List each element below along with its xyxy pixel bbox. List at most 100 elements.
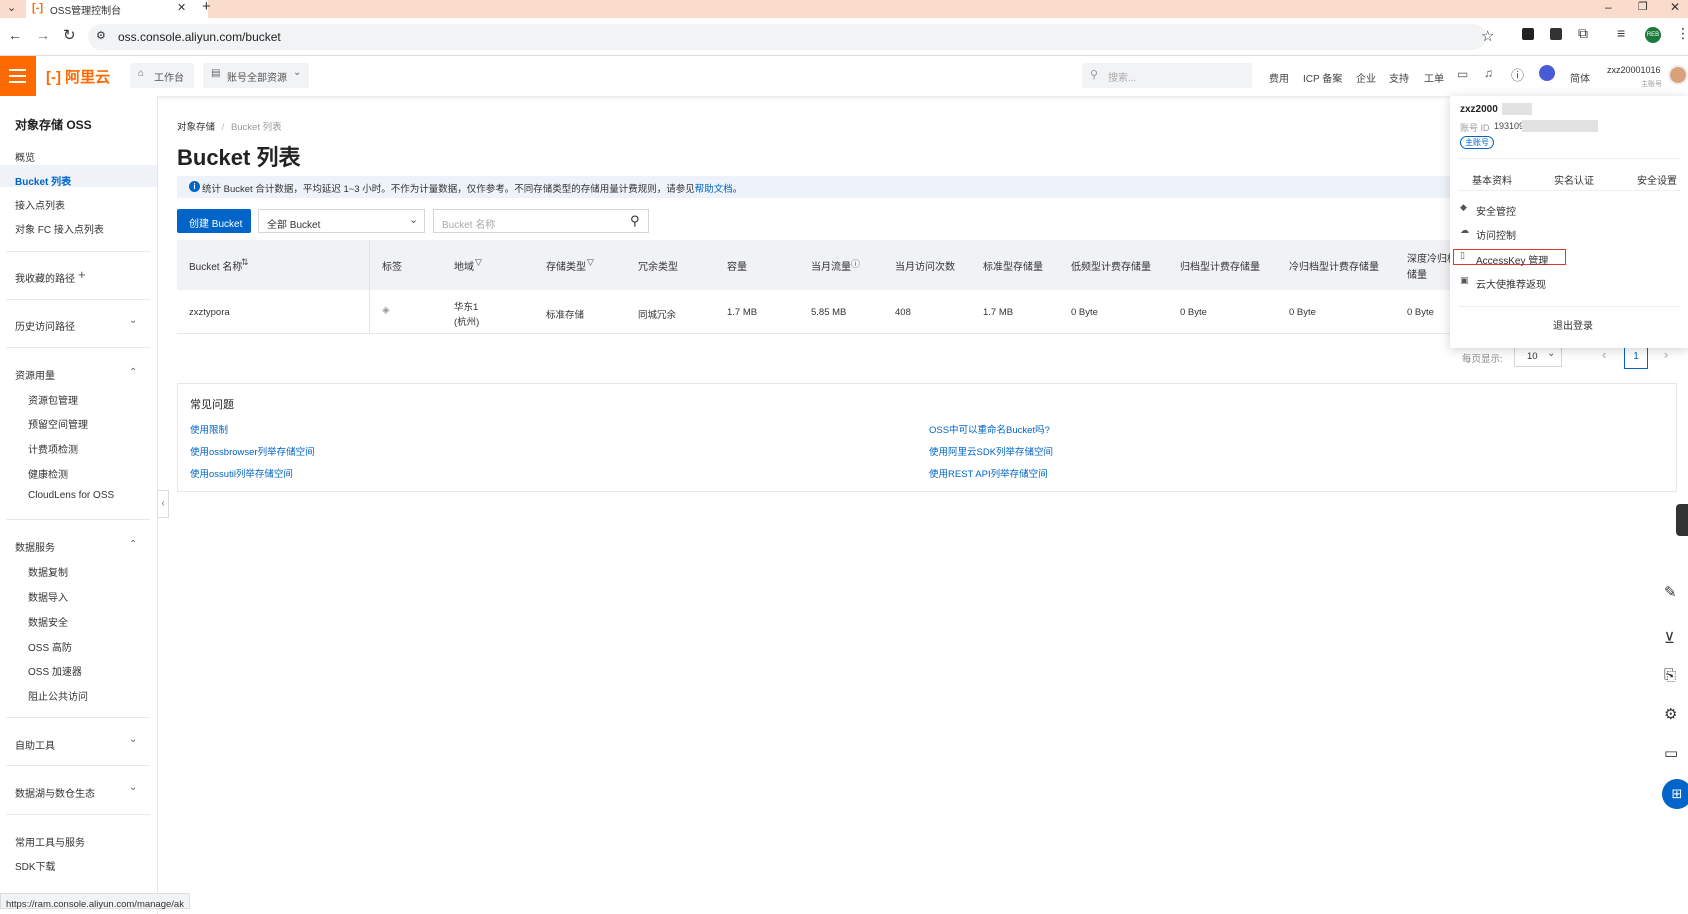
site-info-icon[interactable]: ⚙ (96, 29, 106, 42)
user-avatar[interactable] (1668, 65, 1688, 85)
faq-link-limits[interactable]: 使用限制 (190, 422, 228, 436)
sidebar-datalake[interactable]: 数据湖与数仓生态 (15, 785, 95, 800)
help-icon[interactable]: ⓘ (1511, 65, 1524, 84)
breadcrumb-root[interactable]: 对象存储 (177, 122, 215, 133)
nav-link-support[interactable]: 支持 (1389, 70, 1409, 85)
reload-icon[interactable]: ↻ (63, 26, 76, 44)
tag-icon[interactable]: ◈ (382, 305, 390, 316)
sidebar-data-services[interactable]: 数据服务 (15, 539, 55, 554)
floating-widget[interactable] (1676, 504, 1688, 536)
bucket-name-link[interactable]: zxztypora (189, 307, 230, 318)
sidebar-item-data-import[interactable]: 数据导入 (28, 589, 68, 604)
sidebar-sdk-download[interactable]: SDK下载 (15, 858, 56, 873)
sidebar-item-data-security[interactable]: 数据安全 (28, 614, 68, 629)
sidebar-item-fc-access-points[interactable]: 对象 FC 接入点列表 (15, 221, 104, 236)
cart-icon[interactable]: ⊻ (1664, 629, 1688, 653)
bucket-search-input[interactable]: Bucket 名称 ⚲ (433, 209, 649, 233)
sidebar-item-billing-check[interactable]: 计费项检测 (28, 441, 78, 456)
edit-icon[interactable]: ✎ (1664, 583, 1688, 607)
sidebar-collapse-handle[interactable]: ‹ (157, 490, 169, 518)
popup-tab-profile[interactable]: 基本资料 (1472, 172, 1512, 187)
sidebar-item-data-replication[interactable]: 数据复制 (28, 564, 68, 579)
popup-item-accesskey[interactable]: AccessKey 管理 (1476, 252, 1548, 267)
forward-icon[interactable]: → (36, 27, 50, 43)
tab-close-icon[interactable]: ✕ (177, 1, 186, 14)
extension-icon-2[interactable] (1550, 28, 1562, 40)
page-size-select[interactable]: 10 ⌄ (1514, 345, 1562, 367)
back-icon[interactable]: ← (8, 27, 22, 43)
bookmark-star-icon[interactable]: ☆ (1481, 27, 1494, 45)
nav-link-ticket[interactable]: 工单 (1424, 70, 1444, 85)
sort-icon[interactable]: ⇅ (241, 257, 249, 268)
bucket-filter-select[interactable]: 全部 Bucket ⌄ (258, 209, 425, 233)
sidebar-favorites[interactable]: 我收藏的路径 (15, 270, 75, 285)
faq-link-ossbrowser[interactable]: 使用ossbrowser列举存储空间 (190, 444, 315, 458)
faq-link-ossutil[interactable]: 使用ossutil列举存储空间 (190, 466, 293, 480)
chevron-up-icon[interactable]: ⌃ (129, 367, 137, 378)
assistant-icon[interactable] (1539, 65, 1555, 81)
prev-page-icon[interactable]: ‹ (1602, 347, 1606, 362)
sidebar-history[interactable]: 历史访问路径 (15, 318, 75, 333)
profile-avatar[interactable]: REB (1645, 27, 1661, 43)
reading-list-icon[interactable]: ≡ (1617, 25, 1625, 41)
message-icon[interactable]: ▭ (1457, 67, 1468, 81)
sidebar-item-reserved-space[interactable]: 预留空间管理 (28, 416, 88, 431)
settings-icon[interactable]: ⚙ (1664, 705, 1688, 729)
popup-item-security-control[interactable]: 安全管控 (1476, 203, 1516, 218)
new-tab-button[interactable]: + (202, 0, 211, 15)
aliyun-logo[interactable]: [-] 阿里云 (46, 66, 110, 87)
sidebar-item-oss-accelerator[interactable]: OSS 加速器 (28, 663, 82, 678)
page-number-current[interactable]: 1 (1624, 345, 1648, 369)
sidebar-item-health-check[interactable]: 健康检测 (28, 466, 68, 481)
restore-button[interactable]: ❐ (1638, 0, 1648, 13)
search-icon[interactable]: ⚲ (630, 213, 640, 229)
minimize-button[interactable]: – (1605, 0, 1612, 14)
nav-link-fees[interactable]: 费用 (1269, 70, 1289, 85)
popup-item-access-control[interactable]: 访问控制 (1476, 227, 1516, 242)
extension-icon-1[interactable] (1522, 28, 1534, 40)
browser-tab[interactable]: [-] OSS管理控制台 ✕ (26, 0, 208, 18)
sidebar-resource-usage[interactable]: 资源用量 (15, 367, 55, 382)
faq-link-rest-api[interactable]: 使用REST API列举存储空间 (929, 466, 1048, 480)
tab-list-chevron-icon[interactable]: ⌄ (7, 1, 16, 14)
sidebar-item-access-points[interactable]: 接入点列表 (15, 197, 65, 212)
sidebar-item-bucket-list[interactable]: Bucket 列表 (15, 173, 71, 188)
filter-icon[interactable]: ▽ (475, 257, 482, 268)
console-search-input[interactable]: ⚲ 搜索... (1082, 63, 1252, 88)
sidebar-item-cloudlens[interactable]: CloudLens for OSS (28, 490, 114, 501)
document-icon[interactable]: ⎘ (1664, 667, 1688, 691)
create-bucket-button[interactable]: 创建 Bucket (177, 209, 251, 233)
sidebar-item-resource-packages[interactable]: 资源包管理 (28, 392, 78, 407)
chevron-down-icon[interactable]: ⌄ (129, 734, 137, 745)
nav-link-icp[interactable]: ICP 备案 (1303, 70, 1342, 85)
sidebar-self-tools[interactable]: 自助工具 (15, 737, 55, 752)
sidebar-item-oss-anti-ddos[interactable]: OSS 高防 (28, 639, 72, 654)
language-switch[interactable]: 简体 (1570, 70, 1590, 85)
extensions-puzzle-icon[interactable]: ⧉ (1578, 25, 1588, 42)
faq-link-sdk[interactable]: 使用阿里云SDK列举存储空间 (929, 444, 1053, 458)
chevron-down-icon[interactable]: ⌄ (129, 782, 137, 793)
popup-tab-real-name[interactable]: 实名认证 (1554, 172, 1594, 187)
logout-button[interactable]: 退出登录 (1553, 317, 1593, 332)
workbench-button[interactable]: ⌂ 工作台 (130, 63, 194, 88)
browser-menu-icon[interactable]: ⋮ (1676, 25, 1688, 42)
resources-dropdown[interactable]: ▤ 账号全部资源 ⌄ (203, 63, 309, 88)
faq-link-rename-bucket[interactable]: OSS中可以重命名Bucket吗? (929, 422, 1050, 436)
chevron-up-icon[interactable]: ⌃ (129, 539, 137, 550)
nav-link-enterprise[interactable]: 企业 (1356, 70, 1376, 85)
menu-hamburger-icon[interactable] (0, 56, 36, 96)
filter-icon[interactable]: ▽ (587, 257, 594, 268)
next-page-icon[interactable]: › (1664, 347, 1668, 362)
popup-item-referral[interactable]: 云大使推荐返现 (1476, 276, 1546, 291)
sidebar-item-overview[interactable]: 概览 (15, 149, 35, 164)
popup-tab-security[interactable]: 安全设置 (1637, 172, 1677, 187)
help-circle-icon[interactable]: ⓘ (851, 257, 860, 270)
add-favorite-icon[interactable]: + (78, 267, 86, 282)
close-window-button[interactable]: ✕ (1670, 0, 1680, 14)
sidebar-common-tools[interactable]: 常用工具与服务 (15, 834, 85, 849)
chat-icon[interactable]: ▭ (1664, 744, 1688, 768)
url-bar[interactable]: ⚙ oss.console.aliyun.com/bucket ☆ (88, 24, 1494, 50)
sidebar-item-block-public-access[interactable]: 阻止公共访问 (28, 688, 88, 703)
bell-icon[interactable]: ♫ (1484, 66, 1493, 80)
notice-help-link[interactable]: 帮助文档 (695, 184, 733, 195)
